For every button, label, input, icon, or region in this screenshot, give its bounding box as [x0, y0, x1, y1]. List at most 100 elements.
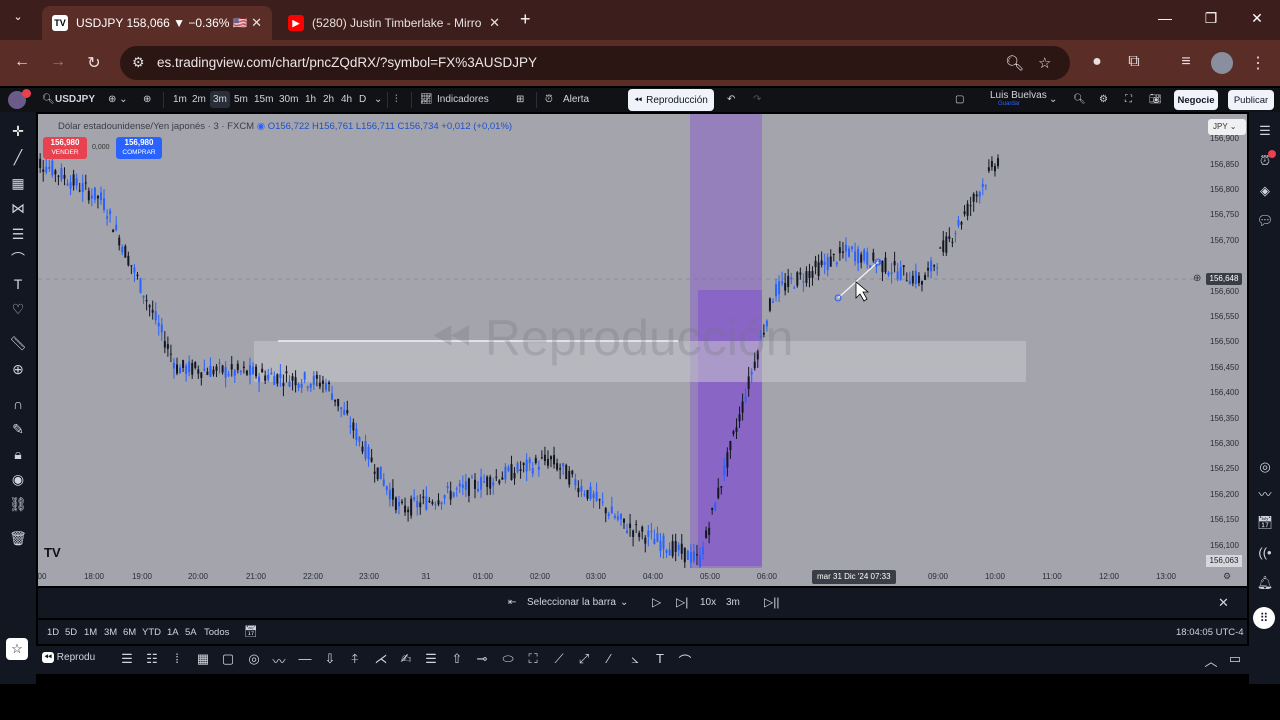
arrow-marker-icon[interactable]: ⍏	[346, 651, 364, 667]
favorites-heart-icon[interactable]: ♡	[9, 300, 27, 318]
puzzle-extensions-icon[interactable]: ⧉	[1122, 53, 1146, 71]
alert-button[interactable]: Alerta	[563, 94, 589, 105]
range-6m[interactable]: 6M	[123, 627, 136, 638]
chat-icon[interactable]: 💬︎	[1256, 212, 1274, 230]
back-icon[interactable]: ←	[10, 53, 34, 71]
interval-1m[interactable]: 1m	[173, 94, 187, 105]
interval-2h[interactable]: 2h	[323, 94, 334, 105]
stay-drawing-icon[interactable]: ✎	[9, 420, 27, 438]
close-replay-icon[interactable]: ✕	[1218, 595, 1229, 611]
magnet-icon[interactable]: ∩	[9, 395, 27, 413]
layers-icon[interactable]: ◈	[1256, 182, 1274, 200]
crosshair-icon[interactable]: ✛	[9, 122, 27, 140]
replay-mini-button[interactable]: ⏪︎ Reprodu	[42, 652, 95, 663]
range-todos[interactable]: Todos	[204, 627, 229, 638]
jump-to-realtime-icon[interactable]: ▷||	[764, 595, 779, 609]
symbol-search-icon[interactable]: 🔍︎	[42, 94, 55, 105]
collapse-toolbar-icon[interactable]: ︿	[1202, 651, 1220, 670]
indicators-icon[interactable]: 📈︎	[420, 94, 433, 105]
step-forward-icon[interactable]: ▷|	[676, 595, 688, 609]
select-bar-dropdown-icon[interactable]: ⌄	[620, 597, 628, 608]
select-bar-button[interactable]: Seleccionar la barra	[527, 597, 616, 608]
trend-angle-icon[interactable]: ∕	[600, 651, 618, 666]
symbol-name[interactable]: USDJPY	[55, 94, 95, 105]
close-tab-icon[interactable]: ✕	[251, 15, 262, 31]
reload-icon[interactable]: ↻	[82, 53, 106, 73]
tab-usdjpy[interactable]: TV USDJPY 158,066 ▼ −0.36% 🇺🇸 ✕	[42, 6, 272, 40]
rectangle-icon[interactable]: ▢	[219, 651, 237, 667]
minimize-icon[interactable]: —	[1150, 10, 1180, 26]
clock-time[interactable]: 18:04:05 UTC-4	[1176, 627, 1244, 638]
maximize-panel-icon[interactable]: ▭	[1226, 651, 1244, 667]
user-name[interactable]: Luis Buelvas	[990, 90, 1047, 101]
forecast-icon[interactable]: ☰	[9, 225, 27, 243]
target-icon[interactable]: ◎	[1256, 458, 1274, 476]
brush-icon[interactable]: ⌒	[9, 250, 27, 268]
tradingview-logo[interactable]: TV	[44, 545, 61, 560]
time-axis[interactable]: mar 31 Dic '24 07:33 ⚙ 00 18:00 19:00 20:00…	[38, 568, 1247, 586]
trade-button[interactable]: Negocie	[1174, 90, 1218, 110]
trash-icon[interactable]: 🗑︎	[9, 529, 27, 547]
site-info-icon[interactable]: ⚙	[132, 54, 145, 71]
interval-4h[interactable]: 4h	[341, 94, 352, 105]
pulse-icon[interactable]: 〰	[1256, 486, 1274, 504]
buy-button[interactable]: 156,980 COMPRAR	[116, 137, 162, 159]
vertical-line-icon[interactable]: ⁞	[168, 651, 186, 666]
arrow-down-icon[interactable]: ⇩	[321, 651, 339, 667]
zoom-icon[interactable]: 🔍︎	[1005, 54, 1024, 72]
extension-icon[interactable]: ●	[1085, 53, 1109, 71]
fullscreen-icon[interactable]: ⛶	[1125, 94, 1132, 105]
add-alert-icon[interactable]: ⊕	[1193, 273, 1201, 284]
text-icon[interactable]: T	[9, 275, 27, 293]
fib-grid-icon[interactable]: ▦	[9, 174, 27, 192]
settings-icon[interactable]: ⚙	[1099, 94, 1108, 105]
snapshot-icon[interactable]: 📷︎	[1149, 94, 1162, 105]
tab-search-button[interactable]: ⌄	[8, 10, 28, 30]
parallel-channel-icon[interactable]: ☷	[143, 651, 161, 667]
grid-icon[interactable]: ▦	[194, 651, 212, 667]
range-5a[interactable]: 5A	[185, 627, 197, 638]
sell-button[interactable]: 156,980 VENDER	[43, 137, 87, 159]
price-chart[interactable]: Dólar estadounidense/Yen japonés · 3 · F…	[38, 114, 1247, 586]
save-status[interactable]: Guardar	[998, 101, 1020, 107]
range-1a[interactable]: 1A	[167, 627, 179, 638]
calendar-icon[interactable]: 📅︎	[1256, 514, 1274, 532]
compare-symbol-icon[interactable]: ⊕ ⌄	[108, 94, 128, 105]
interval-d[interactable]: D	[359, 94, 366, 105]
brush-tool-icon[interactable]: ✍︎	[397, 651, 415, 667]
curve-icon[interactable]: ⌒	[676, 651, 694, 670]
ellipse-icon[interactable]: ⬭	[499, 651, 517, 667]
media-control-icon[interactable]: ≡	[1174, 53, 1198, 71]
tab-youtube[interactable]: ▶ (5280) Justin Timberlake - Mirro ✕	[278, 6, 510, 40]
target-circle-icon[interactable]: ◎	[245, 651, 263, 667]
bookmark-star-icon[interactable]: ☆	[1038, 54, 1051, 72]
range-3m[interactable]: 3M	[104, 627, 117, 638]
interval-dropdown-icon[interactable]: ⌄	[374, 94, 382, 105]
text-align-icon[interactable]: ☰	[118, 651, 136, 667]
interval-2m[interactable]: 2m	[192, 94, 206, 105]
fib-retracement-icon[interactable]: ☰	[422, 651, 440, 667]
replay-speed[interactable]: 10x	[700, 597, 716, 608]
interval-3m[interactable]: 3m	[210, 91, 230, 108]
interval-30m[interactable]: 30m	[279, 94, 298, 105]
lock-icon[interactable]: 🔒︎	[9, 445, 27, 463]
alert-icon[interactable]: ⏰︎	[545, 94, 553, 105]
layouts-icon[interactable]: ⊞	[516, 94, 524, 105]
indicators-button[interactable]: Indicadores	[437, 94, 489, 105]
legend-eye-icon[interactable]: ◉	[257, 121, 268, 132]
new-tab-button[interactable]: +	[520, 9, 531, 30]
horizontal-line-icon[interactable]: —	[296, 651, 314, 666]
ruler-icon[interactable]: 📏︎	[9, 334, 27, 352]
profile-avatar[interactable]	[1211, 52, 1233, 74]
close-window-icon[interactable]: ✕	[1242, 10, 1272, 27]
notifications-bell-icon[interactable]: 🔔︎	[1256, 574, 1274, 592]
watchlist-icon[interactable]: ☰	[1256, 122, 1274, 140]
add-symbol-icon[interactable]: ⊕	[143, 94, 151, 105]
browser-menu-icon[interactable]: ⋮	[1246, 53, 1270, 73]
info-line-icon[interactable]: ⦣	[626, 651, 644, 667]
extended-line-icon[interactable]: ⤢	[575, 651, 593, 667]
range-ytd[interactable]: YTD	[142, 627, 161, 638]
arrow-up-icon[interactable]: ⇧	[448, 651, 466, 667]
interval-15m[interactable]: 15m	[254, 94, 273, 105]
redo-icon[interactable]: ↷	[753, 94, 761, 105]
